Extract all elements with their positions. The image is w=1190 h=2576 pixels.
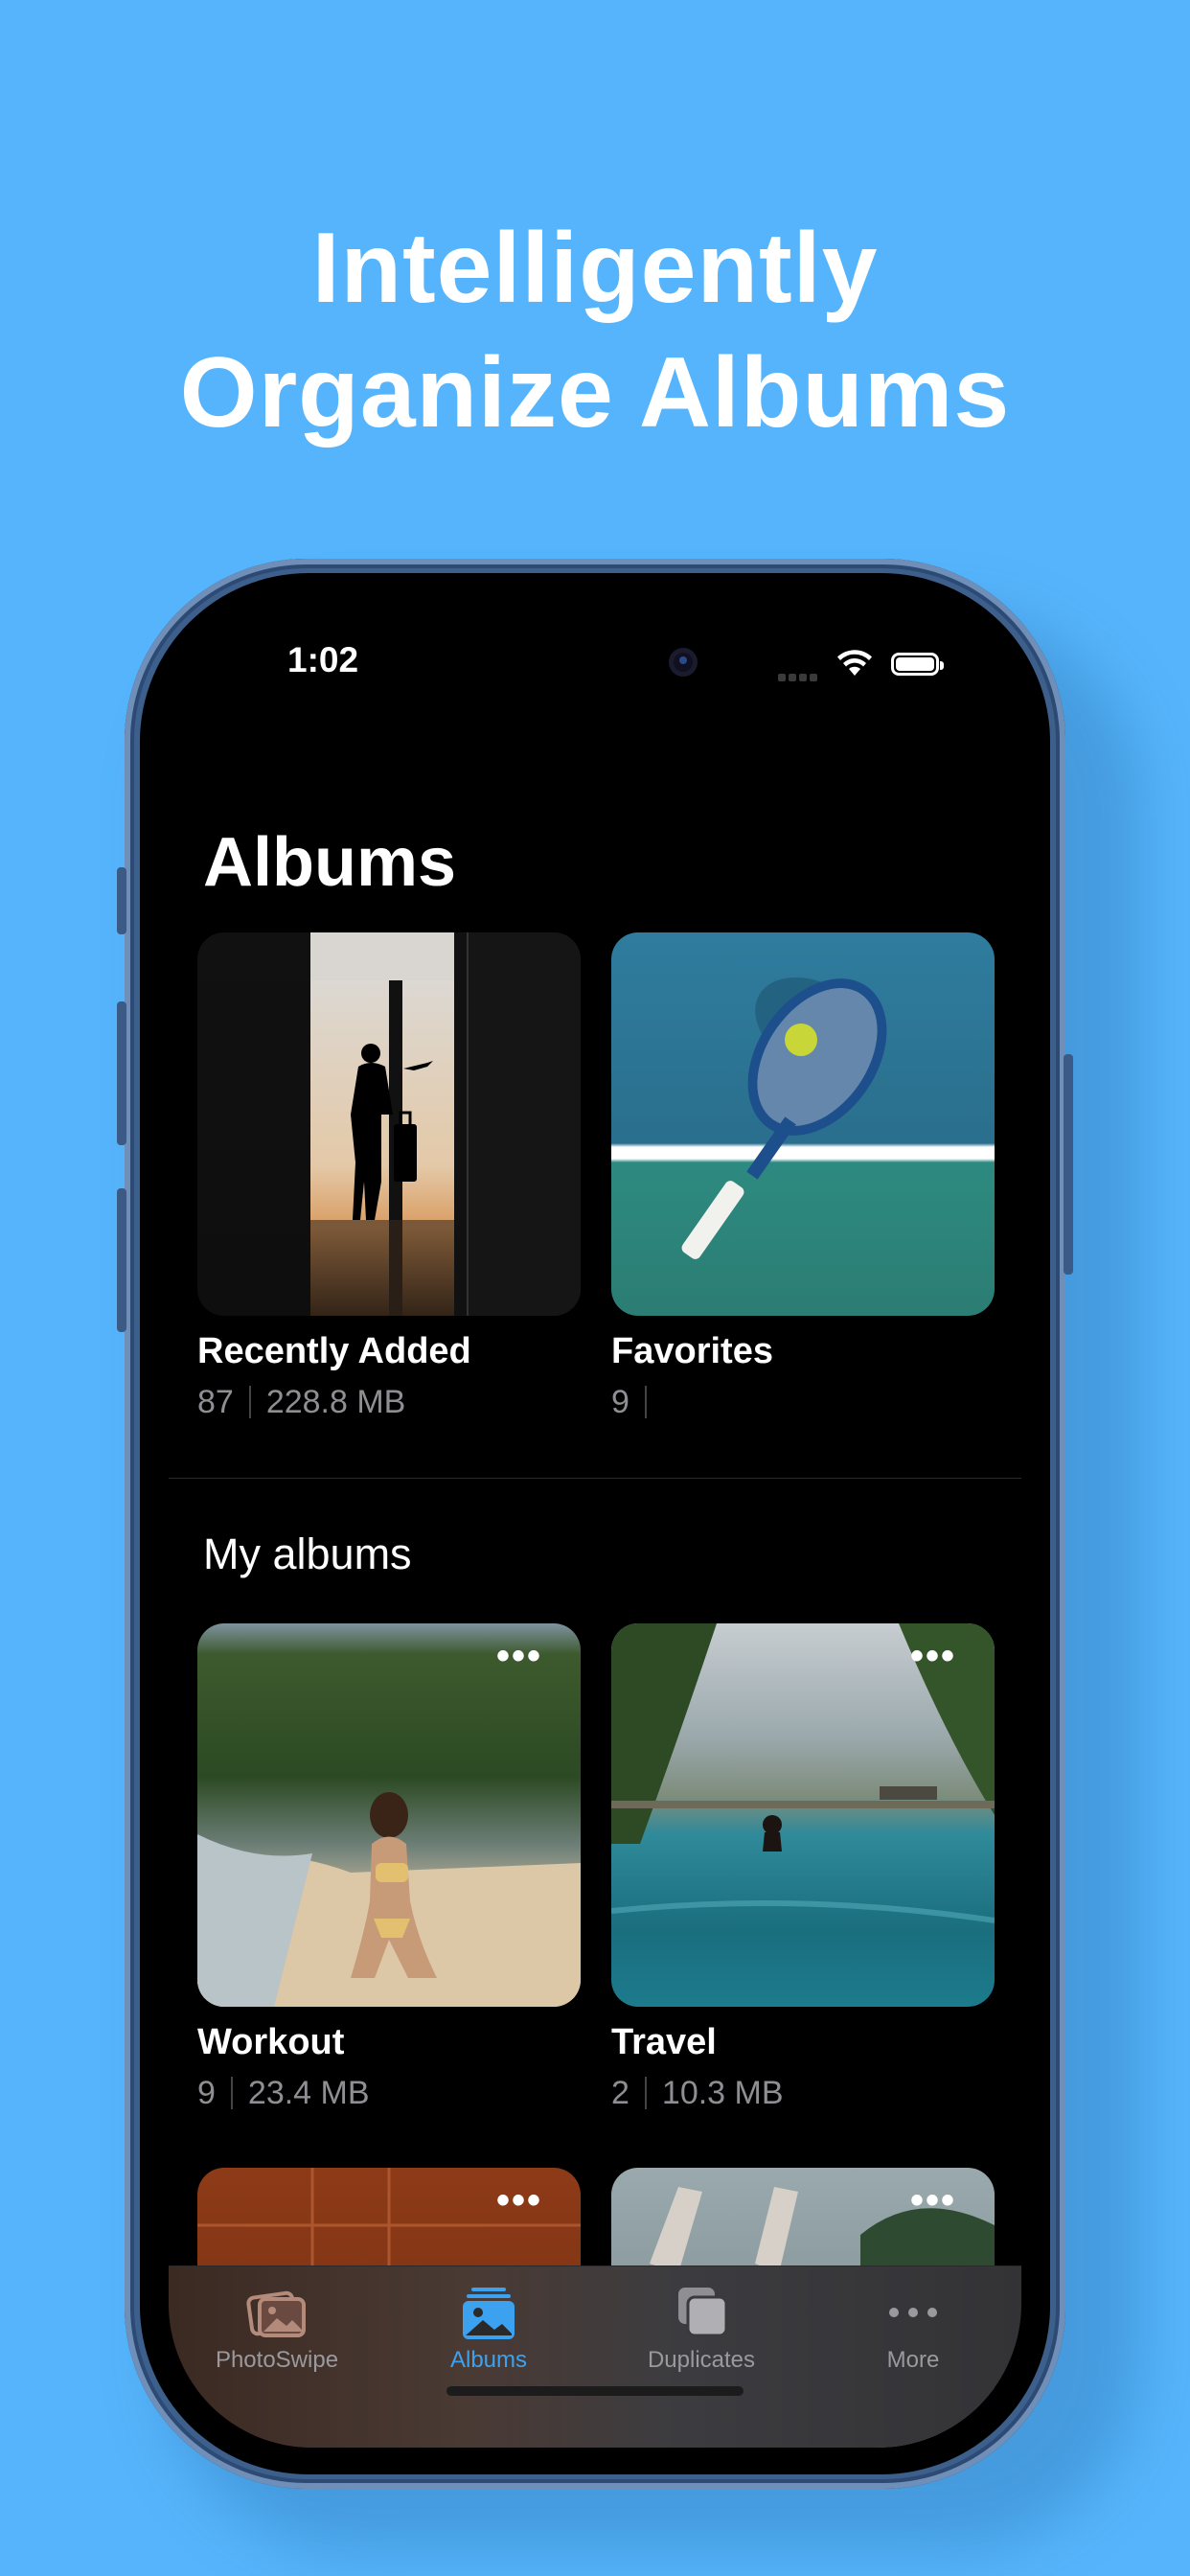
album-title: Recently Added [197,1331,471,1371]
album-title: Favorites [611,1331,773,1371]
album-size: 228.8 MB [265,1384,406,1420]
photos-stack-icon [181,2284,373,2341]
album-meta: 87 228.8 MB [197,1384,581,1421]
album-thumbnail: ••• [611,1623,995,2007]
volume-down-button [117,1188,126,1332]
album-size: 23.4 MB [247,2075,370,2111]
album-thumbnail [197,932,581,1316]
meta-separator [644,2077,647,2109]
cellular-signal-icon [778,669,822,681]
section-title-my-albums: My albums [203,1530,412,1578]
tab-duplicates[interactable]: Duplicates [606,2284,797,2374]
tab-label: PhotoSwipe [215,2347,339,2373]
page-title: Albums [203,824,457,901]
duplicates-icon [606,2284,797,2341]
album-count: 87 [197,1384,234,1420]
album-more-button[interactable]: ••• [496,2181,542,2220]
album-more-button[interactable]: ••• [910,2181,956,2220]
battery-icon [891,653,944,676]
album-more-button[interactable]: ••• [496,1637,542,1675]
album-count: 2 [611,2075,629,2111]
album-count: 9 [197,2075,216,2111]
album-meta: 9 [611,1384,995,1421]
album-thumbnail [611,932,995,1316]
phone-screen: 1:02 Albums Recently Added 87 228.8 MB F… [169,600,1021,2448]
album-meta: 2 10.3 MB [611,2075,995,2112]
album-more-button[interactable]: ••• [910,1637,956,1675]
status-time: 1:02 [287,640,359,679]
home-indicator[interactable] [446,2386,744,2396]
section-divider [169,1478,1021,1479]
more-dots-icon [817,2284,1009,2341]
album-icon [393,2284,584,2341]
wifi-icon [837,649,872,682]
mute-switch [117,867,126,934]
tab-label: Duplicates [647,2347,756,2373]
tab-more[interactable]: More [817,2284,1009,2374]
meta-separator [248,1386,251,1418]
album-title: Workout [197,2022,345,2062]
volume-up-button [117,1001,126,1145]
album-card-recently-added[interactable]: Recently Added 87 228.8 MB [197,932,581,1421]
front-camera [669,648,698,677]
power-button [1064,1054,1073,1275]
album-card-favorites[interactable]: Favorites 9 [611,932,995,1421]
meta-separator [644,1386,647,1418]
album-count: 9 [611,1384,629,1420]
album-card-travel[interactable]: ••• Travel 2 10.3 MB [611,1623,995,2112]
marketing-headline: Intelligently Organize Albums [0,206,1190,455]
headline-line-1: Intelligently [311,213,879,324]
headline-line-2: Organize Albums [179,337,1011,448]
album-title: Travel [611,2022,717,2062]
tab-albums[interactable]: Albums [393,2284,584,2374]
tab-label: More [886,2347,940,2373]
tab-bar: PhotoSwipe Albums Duplicates More [169,2266,1021,2448]
album-size: 10.3 MB [661,2075,784,2111]
tab-photoswipe[interactable]: PhotoSwipe [181,2284,373,2374]
album-thumbnail: ••• [197,1623,581,2007]
album-meta: 9 23.4 MB [197,2075,581,2112]
album-card-workout[interactable]: ••• Workout 9 23.4 MB [197,1623,581,2112]
tab-label: Albums [449,2347,528,2373]
meta-separator [230,2077,233,2109]
